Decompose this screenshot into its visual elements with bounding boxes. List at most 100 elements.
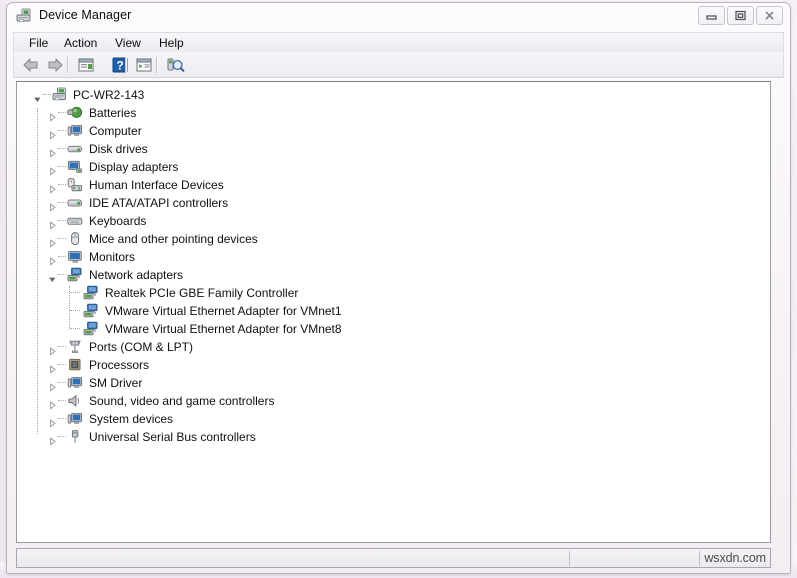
tree-node-vmnet8-adapter[interactable]: VMware Virtual Ethernet Adapter for VMne… (17, 320, 770, 338)
tree-connector (58, 274, 66, 276)
tree-node-label: Sound, video and game controllers (89, 394, 275, 408)
tree-node-sm-driver[interactable]: SM Driver (17, 374, 770, 392)
battery-icon (67, 105, 83, 121)
expand-arrow-icon[interactable] (48, 235, 57, 248)
expand-arrow-icon[interactable] (48, 397, 57, 410)
show-hidden-button[interactable] (133, 55, 155, 75)
tree-node-label: Disk drives (89, 142, 148, 156)
keyboard-icon (67, 213, 83, 229)
computer-icon (67, 411, 83, 427)
expand-arrow-icon[interactable] (48, 217, 57, 230)
tree-node-usb-controllers[interactable]: Universal Serial Bus controllers (17, 428, 770, 446)
status-bar: wsxdn.com (16, 548, 771, 568)
tree-node-vmnet1-adapter[interactable]: VMware Virtual Ethernet Adapter for VMne… (17, 302, 770, 320)
network-adapter-icon (83, 321, 99, 337)
usb-icon (67, 429, 83, 445)
tree-node-root[interactable]: PC-WR2-143 (17, 86, 770, 104)
tree-node-label: Mice and other pointing devices (89, 232, 258, 246)
tree-node-ports[interactable]: Ports (COM & LPT) (17, 338, 770, 356)
menu-item-help[interactable]: Help (156, 36, 187, 50)
computer-icon (67, 375, 83, 391)
network-adapter-icon (67, 267, 83, 283)
expand-arrow-icon[interactable] (48, 343, 57, 356)
tree-node-keyboards[interactable]: Keyboards (17, 212, 770, 230)
tree-node-network-adapters[interactable]: Network adapters (17, 266, 770, 284)
menu-item-file[interactable]: File (26, 36, 51, 50)
back-button[interactable] (20, 55, 42, 75)
expand-arrow-icon[interactable] (48, 199, 57, 212)
tree-node-processors[interactable]: Processors (17, 356, 770, 374)
properties-button[interactable] (75, 55, 97, 75)
menu-item-view[interactable]: View (112, 36, 144, 50)
tree-node-ide-controllers[interactable]: IDE ATA/ATAPI controllers (17, 194, 770, 212)
forward-button[interactable] (44, 55, 66, 75)
tree-node-label: SM Driver (89, 376, 143, 390)
tree-node-label: IDE ATA/ATAPI controllers (89, 196, 229, 210)
expand-arrow-icon[interactable] (48, 361, 57, 374)
tree-node-sound-controllers[interactable]: Sound, video and game controllers (17, 392, 770, 410)
window-title: Device Manager (39, 8, 132, 22)
expand-arrow-icon[interactable] (48, 127, 57, 140)
ide-controller-icon (67, 195, 83, 211)
tree-node-label: Ports (COM & LPT) (89, 340, 194, 354)
processor-icon (67, 357, 83, 373)
tree-node-realtek-adapter[interactable]: Realtek PCIe GBE Family Controller (17, 284, 770, 302)
tree-node-label: Keyboards (89, 214, 147, 228)
hid-icon (67, 177, 83, 193)
menu-item-action[interactable]: Action (61, 36, 100, 50)
toolbar-separator (156, 57, 158, 73)
tree-node-label: Display adapters (89, 160, 179, 174)
watermark-text: wsxdn.com (704, 551, 766, 565)
tree-connector (58, 436, 66, 438)
expand-arrow-icon[interactable] (48, 415, 57, 428)
toolbar-separator (67, 57, 69, 73)
expand-arrow-icon[interactable] (48, 145, 57, 158)
tree-node-label: VMware Virtual Ethernet Adapter for VMne… (105, 322, 342, 336)
display-adapter-icon (67, 159, 83, 175)
tree-node-mice[interactable]: Mice and other pointing devices (17, 230, 770, 248)
tree-connector (43, 94, 51, 96)
title-bar[interactable]: Device Manager (7, 3, 790, 31)
minimize-button[interactable] (698, 6, 725, 25)
expand-arrow-icon[interactable] (48, 253, 57, 266)
port-icon (67, 339, 83, 355)
close-button[interactable] (756, 6, 783, 25)
tree-node-label: PC-WR2-143 (73, 88, 145, 102)
tree-connector (70, 292, 80, 294)
tree-node-display-adapters[interactable]: Display adapters (17, 158, 770, 176)
monitor-icon (67, 249, 83, 265)
tree-node-disk-drives[interactable]: Disk drives (17, 140, 770, 158)
tree-node-label: Universal Serial Bus controllers (89, 430, 256, 444)
tree-connector (70, 328, 80, 330)
expand-arrow-icon[interactable] (48, 181, 57, 194)
tree-connector (58, 112, 66, 114)
tree-connector (58, 130, 66, 132)
tree-node-label: Realtek PCIe GBE Family Controller (105, 286, 299, 300)
help-button[interactable]: ? (109, 55, 131, 75)
tree-node-label: System devices (89, 412, 174, 426)
expand-arrow-icon[interactable] (48, 379, 57, 392)
collapse-arrow-icon[interactable] (33, 91, 42, 102)
menu-bar: File Action View Help (13, 32, 784, 52)
tree-node-human-interface-devices[interactable]: Human Interface Devices (17, 176, 770, 194)
tree-node-monitors[interactable]: Monitors (17, 248, 770, 266)
collapse-arrow-icon[interactable] (48, 271, 57, 282)
computer-root-icon (52, 87, 68, 103)
status-separator (699, 551, 700, 566)
scan-hardware-button[interactable] (164, 55, 186, 75)
expand-arrow-icon[interactable] (48, 163, 57, 176)
tree-node-label: Processors (89, 358, 150, 372)
tree-node-label: Monitors (89, 250, 136, 264)
device-tree-pane[interactable]: PC-WR2-143 Batteries Computer Disk drive… (16, 81, 771, 543)
maximize-button[interactable] (727, 6, 754, 25)
tree-node-system-devices[interactable]: System devices (17, 410, 770, 428)
tree-node-computer[interactable]: Computer (17, 122, 770, 140)
tree-connector (58, 346, 66, 348)
expand-arrow-icon[interactable] (48, 109, 57, 122)
expand-arrow-icon[interactable] (48, 433, 57, 446)
tree-connector (58, 364, 66, 366)
tree-connector (58, 238, 66, 240)
tree-connector (58, 382, 66, 384)
sound-icon (67, 393, 83, 409)
tree-node-batteries[interactable]: Batteries (17, 104, 770, 122)
